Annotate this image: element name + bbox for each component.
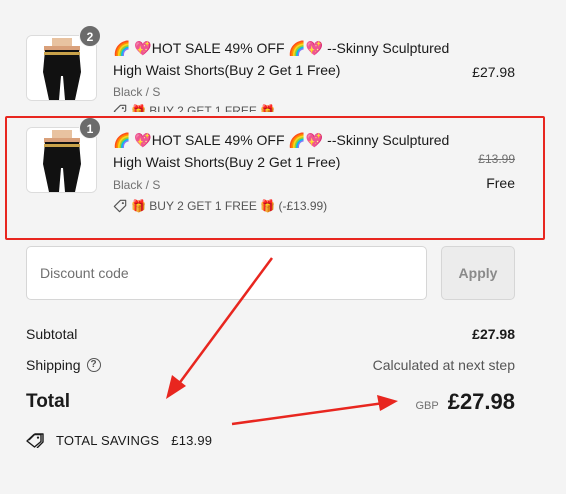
- apply-discount-button[interactable]: Apply: [441, 246, 515, 300]
- shipping-label: Shipping: [26, 357, 81, 373]
- tag-icon: [26, 433, 44, 448]
- subtotal-label: Subtotal: [26, 326, 78, 342]
- shipping-label-group: Shipping ?: [26, 357, 101, 373]
- total-value: £27.98: [447, 389, 515, 414]
- total-row: Total GBP £27.98: [26, 389, 515, 415]
- total-label: Total: [26, 391, 70, 412]
- shipping-row: Shipping ? Calculated at next step: [26, 357, 515, 373]
- savings-label: TOTAL SAVINGS: [56, 432, 160, 448]
- product-title: 🌈 💖HOT SALE 49% OFF 🌈💖 --Skinny Sculptur…: [113, 40, 450, 78]
- highlight-annotation-box: [5, 116, 545, 240]
- question-circle-icon[interactable]: ?: [86, 358, 101, 372]
- currency-code: GBP: [415, 400, 439, 412]
- shipping-value: Calculated at next step: [372, 357, 515, 373]
- savings-value: £13.99: [171, 432, 213, 448]
- line-item: 2 🌈 💖HOT SALE 49% OFF 🌈💖 --Skinny Sculpt…: [26, 25, 526, 118]
- discount-code-input[interactable]: [26, 246, 427, 300]
- product-variant: Black / S: [113, 85, 161, 99]
- total-amount-group: GBP £27.98: [415, 389, 515, 415]
- quantity-badge: 2: [79, 25, 101, 47]
- line-price: £27.98: [472, 64, 515, 80]
- total-savings-row: TOTAL SAVINGS £13.99: [26, 432, 212, 448]
- subtotal-value: £27.98: [472, 326, 515, 342]
- subtotal-row: Subtotal £27.98: [26, 326, 515, 342]
